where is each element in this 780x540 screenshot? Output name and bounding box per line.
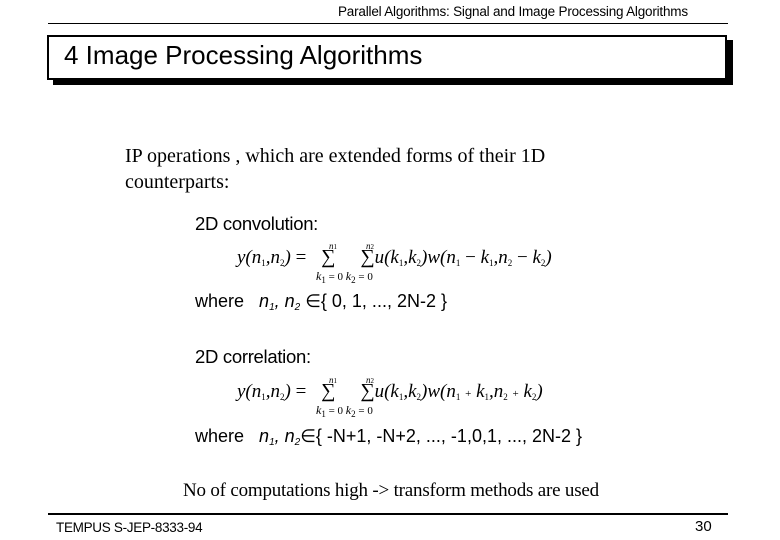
page-number: 30 [695,518,712,535]
conclusion-text: No of computations high -> transform met… [183,480,599,501]
convolution-heading: 2D convolution: [195,213,319,234]
footer-project-code: TEMPUS S-JEP-8333-94 [56,520,203,535]
intro-text-line-1: IP operations , which are extended forms… [125,145,546,167]
sum-upper-limit-2: n2 [366,241,374,251]
sum-lower-limits: k1 = 0 k2 = 0 [316,269,373,285]
domain-set: ∈{ 0, 1, ..., 2N-2 } [305,291,447,311]
sum-lower-limits: k1 = 0 k2 = 0 [316,403,373,419]
correlation-operator-2: + [512,388,519,400]
correlation-domain: where n1, n2∈{ -N+1, -N+2, ..., -1,0,1, … [195,426,582,448]
sum-upper-limit-1: n1 [329,241,337,251]
sum-upper-limit-2: n2 [366,375,374,385]
convolution-domain: where n1, n2 ∈{ 0, 1, ..., 2N-2 } [195,291,447,313]
equals-sign: = [295,247,312,268]
domain-set: ∈{ -N+1, -N+2, ..., -1,0,1, ..., 2N-2 } [300,426,582,446]
correlation-operator-1: + [465,388,472,400]
running-header: Parallel Algorithms: Signal and Image Pr… [338,4,688,19]
domain-variables: n1, n2 [259,291,301,313]
convolution-operator-1: − [465,247,476,268]
sum-upper-limit-1: n1 [329,375,337,385]
where-label: where [195,426,245,446]
formula-lhs: y(n1,n2) [237,381,291,402]
equals-sign: = [295,381,312,402]
correlation-formula: y(n1,n2) = ∑ ∑u(k1,k2)w(n1 + k1,n2 + k2) [237,380,543,403]
formula-rhs: u(k1,k2)w(n1 + k1,n2 + k2) [374,381,543,402]
header-divider [48,23,728,24]
correlation-heading: 2D correlation: [195,346,311,367]
formula-rhs: u(k1,k2)w(n1 − k1,n2 − k2) [374,247,552,268]
slide-title: 4 Image Processing Algorithms [64,40,423,70]
intro-text-line-2: counterparts: [125,171,230,193]
formula-lhs: y(n1,n2) [237,247,291,268]
convolution-formula: y(n1,n2) = ∑ ∑u(k1,k2)w(n1 − k1,n2 − k2) [237,246,552,269]
where-label: where [195,291,245,311]
domain-variables: n1, n2 [259,426,301,448]
footer-divider [48,513,728,515]
convolution-operator-2: − [517,247,528,268]
